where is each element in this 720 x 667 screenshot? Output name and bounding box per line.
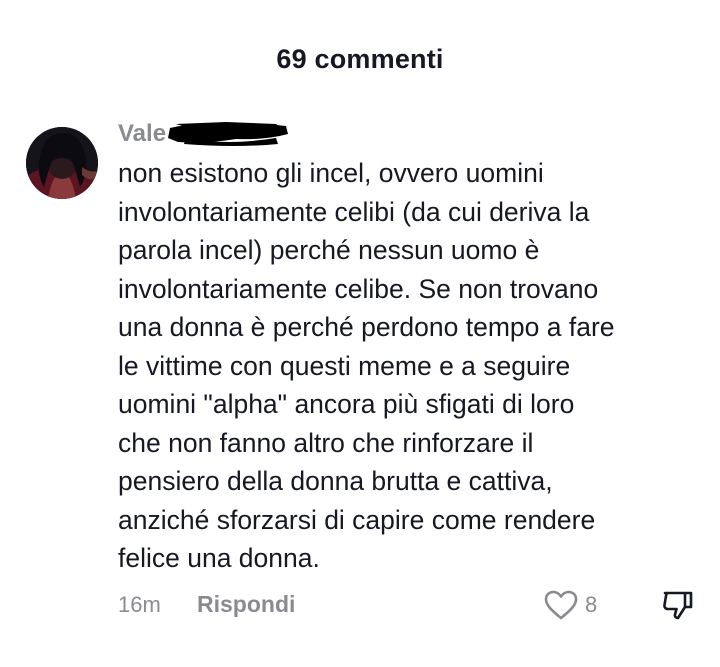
comment: Vale non esistono gli incel, ovvero uomi… [118, 116, 708, 578]
reply-button[interactable]: Rispondi [197, 591, 295, 618]
like-count: 8 [585, 592, 598, 617]
comment-text: non esistono gli incel, ovvero uomini in… [118, 158, 615, 573]
comment-count-title: 69 commenti [276, 44, 444, 74]
comment-timestamp: 16m [118, 592, 161, 617]
comments-header: 69 commenti [0, 44, 720, 75]
avatar[interactable] [26, 127, 98, 199]
redaction-mark [168, 122, 288, 146]
avatar-image [26, 127, 98, 199]
like-button[interactable]: 8 [543, 588, 597, 622]
thumbs-down-icon [663, 591, 693, 620]
username[interactable]: Vale [118, 120, 166, 148]
username-row: Vale [118, 116, 708, 152]
dislike-button[interactable] [661, 588, 695, 627]
heart-outline-icon [544, 590, 578, 620]
comment-actions: 16m Rispondi 8 [118, 588, 700, 622]
